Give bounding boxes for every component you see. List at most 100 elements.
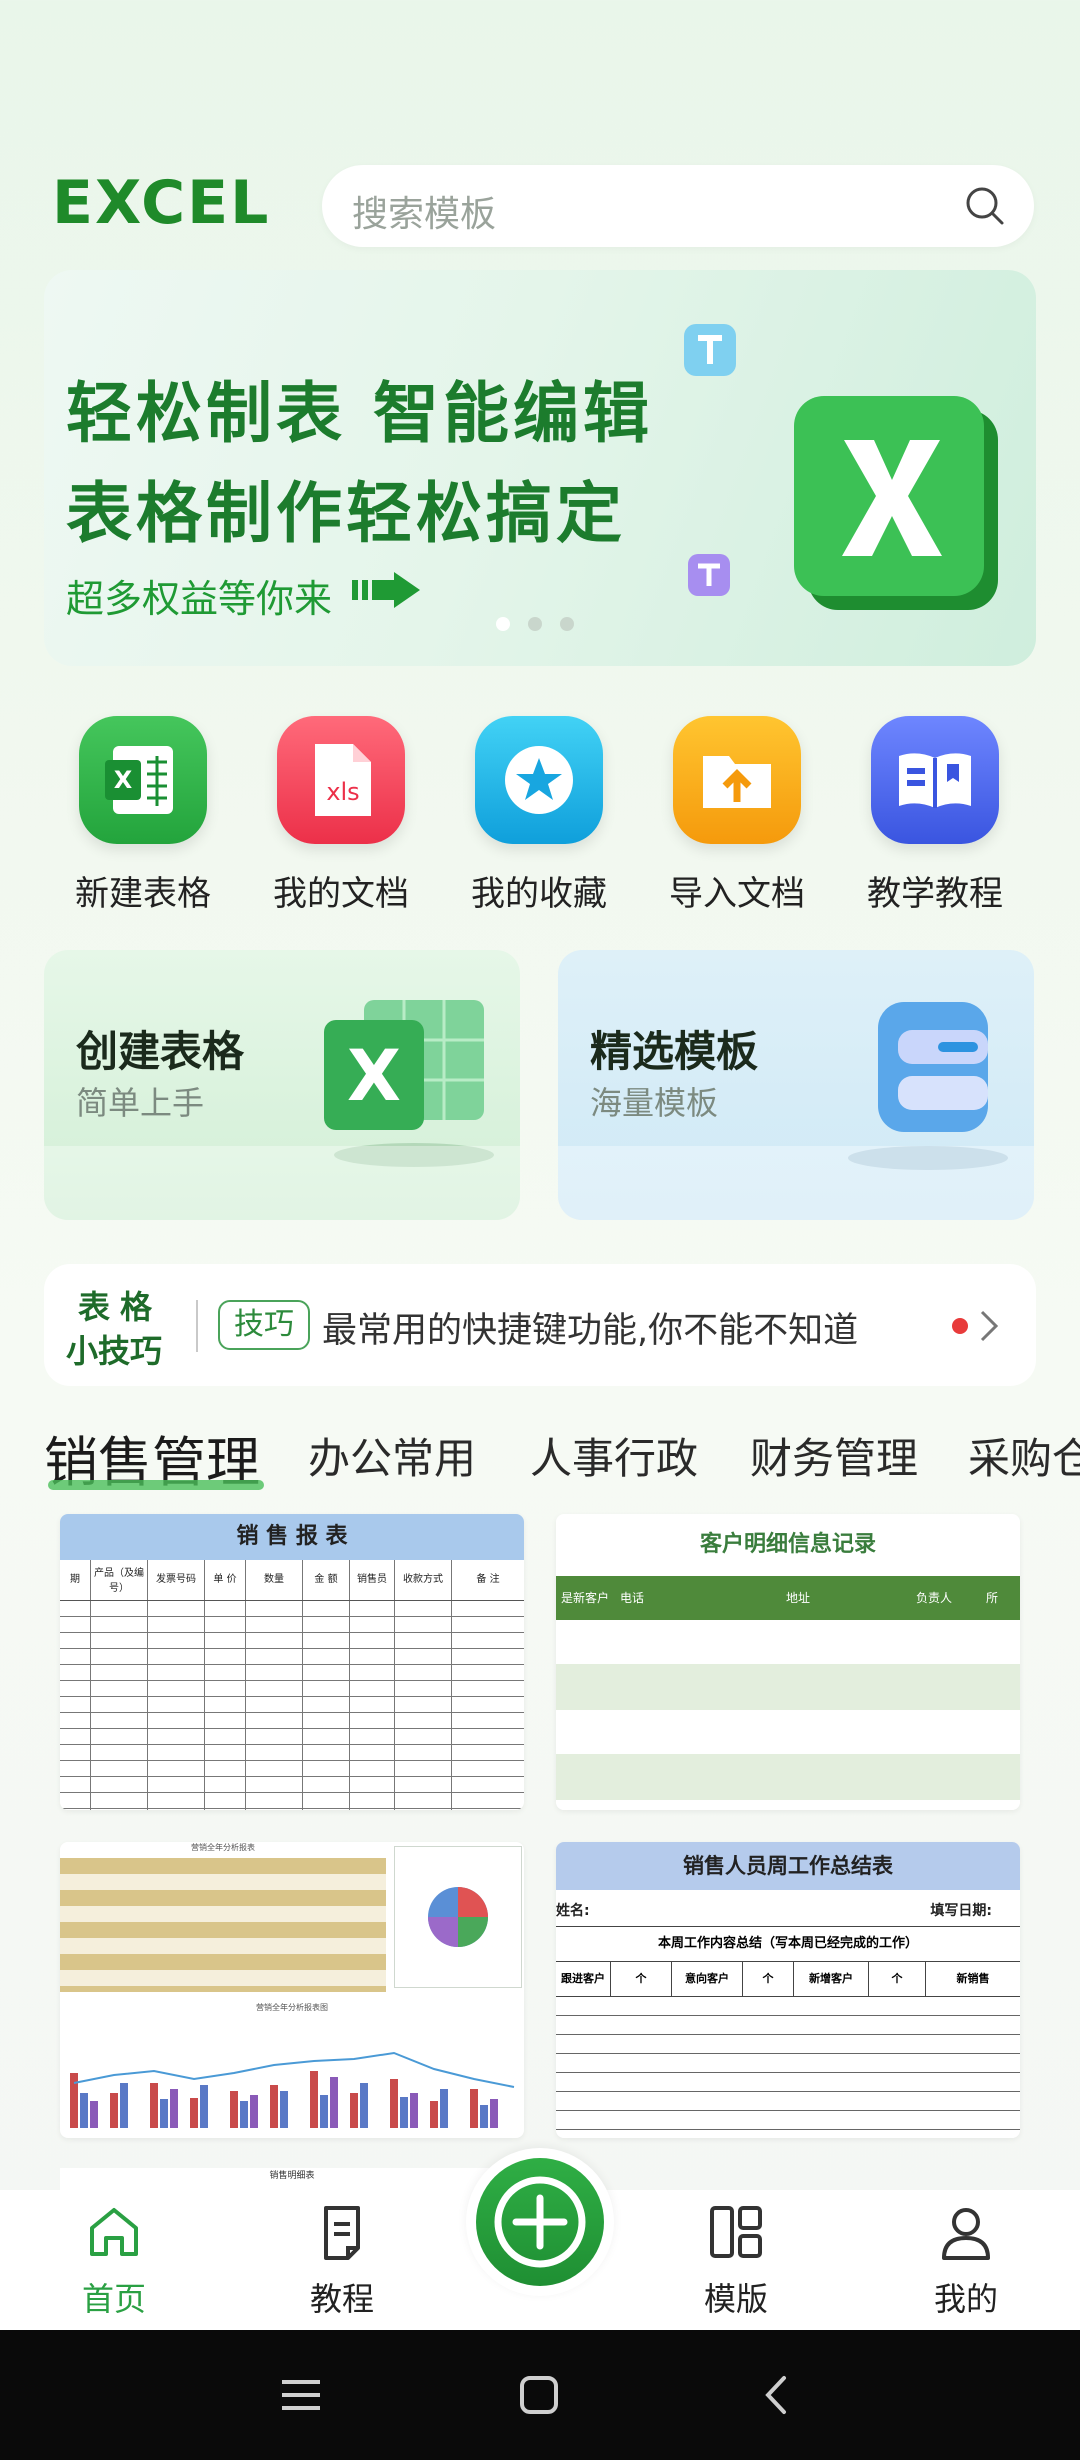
banner-pagination	[496, 616, 592, 635]
column-header: 收款方式	[395, 1560, 452, 1600]
page-dot[interactable]	[560, 617, 574, 631]
banner-cta-text: 超多权益等你来	[66, 577, 333, 621]
template-customer-detail[interactable]: 客户明细信息记录 是新客户 电话 地址 负责人 所	[556, 1514, 1020, 1810]
column-header: 销售员	[350, 1560, 395, 1600]
column-header: 意向客户	[672, 1962, 743, 1996]
column-header: 单 价	[205, 1560, 246, 1600]
menu-icon[interactable]	[278, 2372, 324, 2418]
tab-hr-admin[interactable]: 人事行政	[530, 1425, 698, 1486]
card-title: 精选模板	[590, 1027, 759, 1076]
arrow-right-icon	[352, 572, 420, 608]
quick-action-label: 新建表格	[75, 874, 211, 914]
quick-action-new-sheet[interactable]: X 新建表格	[75, 716, 211, 915]
create-fab[interactable]	[466, 2148, 614, 2296]
tips-brand-bottom: 小技巧	[66, 1332, 163, 1370]
card-title: 创建表格	[76, 1027, 245, 1076]
star-icon	[505, 746, 573, 814]
search-icon[interactable]	[962, 183, 1008, 229]
pie-chart-icon	[428, 1887, 488, 1947]
app-logo: EXCEL	[52, 168, 271, 238]
column-header: 发票号码	[148, 1560, 205, 1600]
back-icon[interactable]	[754, 2372, 800, 2418]
column-header: 是新客户	[560, 1591, 609, 1605]
nav-label: 首页	[81, 2280, 146, 2318]
pie-chart-panel	[394, 1846, 522, 1988]
quick-action-label: 教学教程	[867, 874, 1003, 914]
text-style-icon	[688, 554, 730, 596]
tips-headline[interactable]: 最常用的快捷键功能,你不能不知道	[322, 1302, 858, 1353]
tips-brand-top: 表格	[78, 1288, 163, 1326]
template-title: 营销全年分析报表	[191, 1843, 255, 1852]
xls-file-icon: xls	[315, 744, 371, 816]
book-icon	[899, 753, 971, 808]
bar-chart-icon	[70, 2051, 515, 2128]
create-sheet-card[interactable]: 创建表格 简单上手 X	[44, 950, 520, 1220]
layout-grid-icon	[710, 2206, 762, 2258]
quick-action-label: 我的文档	[273, 874, 409, 914]
template-weekly-summary[interactable]: 销售人员周工作总结表 姓名: 填写日期: 本周工作内容总结（写本周已经完成的工作…	[556, 1842, 1020, 2138]
search-bar[interactable]: 搜索模板	[322, 165, 1034, 247]
tab-office[interactable]: 办公常用	[308, 1425, 476, 1486]
column-header: 个	[743, 1962, 794, 1996]
column-header: 数量	[246, 1560, 303, 1600]
svg-text:X: X	[347, 1035, 401, 1117]
quick-action-label: 我的收藏	[471, 874, 607, 914]
column-header: 期	[60, 1560, 91, 1600]
svg-text:X: X	[114, 766, 133, 794]
template-sales-report[interactable]: 销 售 报 表 期 产品（及编号） 发票号码 单 价 数量 金 额 销售员 收款…	[60, 1514, 524, 1810]
table-rows	[60, 1858, 386, 1992]
quick-action-import[interactable]: 导入文档	[669, 716, 805, 915]
table-rows	[556, 1620, 1020, 1810]
system-nav-bar	[0, 2330, 1080, 2460]
featured-templates-card[interactable]: 精选模板 海量模板	[558, 950, 1034, 1220]
excel-3d-logo-icon	[794, 396, 998, 610]
svg-text:xls: xls	[326, 778, 359, 806]
page-dot[interactable]	[528, 617, 542, 631]
card-subtitle: 海量模板	[590, 1084, 719, 1122]
import-folder-icon	[703, 756, 771, 808]
card-subtitle: 简单上手	[76, 1084, 205, 1122]
tips-tag: 技巧	[218, 1300, 310, 1350]
column-header: 负责人	[916, 1591, 953, 1605]
active-tab-indicator	[48, 1480, 264, 1490]
template-title: 客户明细信息记录	[699, 1532, 876, 1557]
quick-action-tutorials[interactable]: 教学教程	[867, 716, 1003, 915]
template-title: 销 售 报 表	[60, 1514, 524, 1560]
unread-dot	[952, 1318, 968, 1334]
tips-bar[interactable]: 表格 小技巧 技巧 最常用的快捷键功能,你不能不知道	[44, 1264, 1036, 1386]
chevron-right-icon[interactable]	[974, 1302, 1004, 1350]
nav-templates[interactable]: 模版	[666, 2200, 806, 2320]
nav-label: 我的	[933, 2280, 998, 2318]
date-label: 填写日期:	[930, 1903, 992, 1919]
promo-banner[interactable]: 轻松制表 智能编辑 表格制作轻松搞定 超多权益等你来	[44, 270, 1036, 666]
table-rows	[556, 1997, 1020, 2138]
column-header: 所	[986, 1591, 999, 1605]
nav-home[interactable]: 首页	[44, 2200, 184, 2320]
template-title: 销售人员周工作总结表	[556, 1842, 1020, 1890]
column-header: 新增客户	[794, 1962, 869, 1996]
banner-headline-2: 表格制作轻松搞定	[66, 475, 626, 552]
search-input[interactable]: 搜索模板	[352, 185, 496, 237]
quick-action-my-docs[interactable]: xls 我的文档	[273, 716, 409, 915]
column-header: 新销售	[956, 1972, 990, 1985]
column-header: 个	[611, 1962, 672, 1996]
divider	[196, 1300, 198, 1352]
template-sales-detail-peek[interactable]: 销售明细表	[60, 2168, 524, 2190]
template-sales-analysis[interactable]: 营销全年分析报表 营销全年分析报表图	[60, 1842, 524, 2138]
column-header: 金 额	[303, 1560, 350, 1600]
document-icon	[324, 2206, 360, 2260]
column-header: 个	[869, 1962, 926, 1996]
section-title: 本周工作内容总结（写本周已经完成的工作）	[556, 1926, 1020, 1962]
banner-headline-1: 轻松制表 智能编辑	[66, 375, 653, 452]
nav-tutorials[interactable]: 教程	[272, 2200, 412, 2320]
table-grid	[60, 1601, 524, 1810]
quick-action-favorites[interactable]: 我的收藏	[471, 716, 607, 915]
home-square-icon[interactable]	[516, 2372, 562, 2418]
plus-circle-icon	[494, 2176, 586, 2268]
column-header: 电话	[620, 1591, 645, 1605]
nav-profile[interactable]: 我的	[896, 2200, 1036, 2320]
chart-title: 营销全年分析报表图	[256, 2003, 328, 2012]
page-dot[interactable]	[496, 617, 510, 631]
tab-finance[interactable]: 财务管理	[750, 1425, 918, 1486]
tab-purchase[interactable]: 采购仓	[968, 1425, 1080, 1486]
